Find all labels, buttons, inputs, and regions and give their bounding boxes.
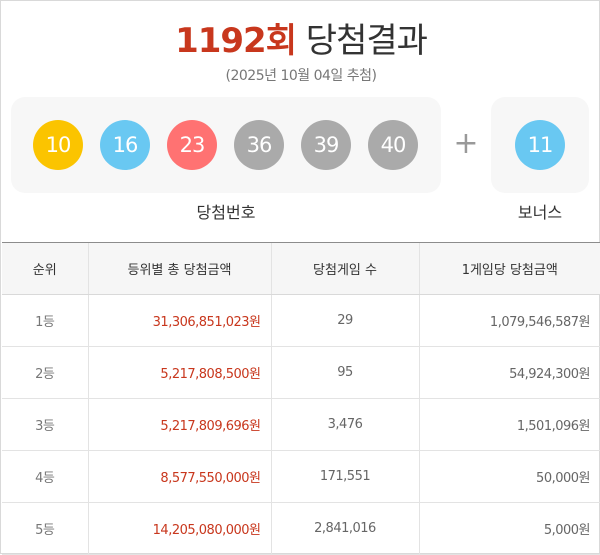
round-number: 1192회: [175, 21, 297, 61]
winners-cell: 95: [270, 346, 419, 399]
page-title: 1192회 당첨결과: [1, 13, 600, 62]
bonus-label: 보너스: [517, 203, 563, 222]
plus-icon: +: [453, 126, 479, 161]
prize-per-game-cell: 5,000원: [418, 502, 600, 555]
table-row: 3등 5,217,809,696원 3,476 1,501,096원: [2, 398, 600, 451]
prize-per-game-cell: 50,000원: [418, 450, 600, 503]
bonus-number-box: 11: [491, 97, 589, 193]
rank-cell: 2등: [2, 346, 88, 399]
number-ball-4: 36: [234, 120, 284, 170]
winning-numbers-label: 당첨번호: [196, 203, 256, 222]
table-row: 1등 31,306,851,023원 29 1,079,546,587원: [2, 294, 600, 347]
table-row: 4등 8,577,550,000원 171,551 50,000원: [2, 450, 600, 503]
winners-cell: 3,476: [270, 398, 419, 451]
rank-cell: 1등: [2, 294, 88, 347]
number-ball-2: 16: [100, 120, 150, 170]
title-text: 당첨결과: [305, 21, 428, 61]
total-prize-cell: 8,577,550,000원: [87, 450, 271, 503]
col-header-rank: 순위: [2, 242, 88, 295]
prize-per-game-cell: 54,924,300원: [418, 346, 600, 399]
winners-cell: 171,551: [270, 450, 419, 503]
rank-cell: 5등: [2, 502, 88, 555]
number-ball-3: 23: [167, 120, 217, 170]
total-prize-cell: 31,306,851,023원: [87, 294, 271, 347]
winners-cell: 29: [270, 294, 419, 347]
table-row: 2등 5,217,808,500원 95 54,924,300원: [2, 346, 600, 399]
total-prize-cell: 14,205,080,000원: [87, 502, 271, 555]
number-ball-5: 39: [301, 120, 351, 170]
rank-cell: 4등: [2, 450, 88, 503]
total-prize-cell: 5,217,809,696원: [87, 398, 271, 451]
winning-numbers-box: 10 16 23 36 39 40: [11, 97, 441, 193]
prize-table: 순위 등위별 총 당첨금액 당첨게임 수 1게임당 당첨금액 1등 31,306…: [2, 242, 600, 555]
draw-date: (2025년 10월 04일 추첨): [225, 68, 377, 84]
table-row: 5등 14,205,080,000원 2,841,016 5,000원: [2, 502, 600, 555]
total-prize-cell: 5,217,808,500원: [87, 346, 271, 399]
prize-per-game-cell: 1,501,096원: [418, 398, 600, 451]
number-ball-1: 10: [33, 120, 83, 170]
col-header-total-prize: 등위별 총 당첨금액: [87, 242, 271, 295]
col-header-prize-per-game: 1게임당 당첨금액: [418, 242, 600, 295]
rank-cell: 3등: [2, 398, 88, 451]
results-panel: 1192회 당첨결과 (2025년 10월 04일 추첨) 10 16 23 3…: [0, 0, 600, 555]
bonus-ball: 11: [515, 120, 565, 170]
winners-cell: 2,841,016: [270, 502, 419, 555]
col-header-winners: 당첨게임 수: [270, 242, 419, 295]
prize-per-game-cell: 1,079,546,587원: [418, 294, 600, 347]
number-ball-6: 40: [368, 120, 418, 170]
table-header-row: 순위 등위별 총 당첨금액 당첨게임 수 1게임당 당첨금액: [2, 242, 600, 295]
